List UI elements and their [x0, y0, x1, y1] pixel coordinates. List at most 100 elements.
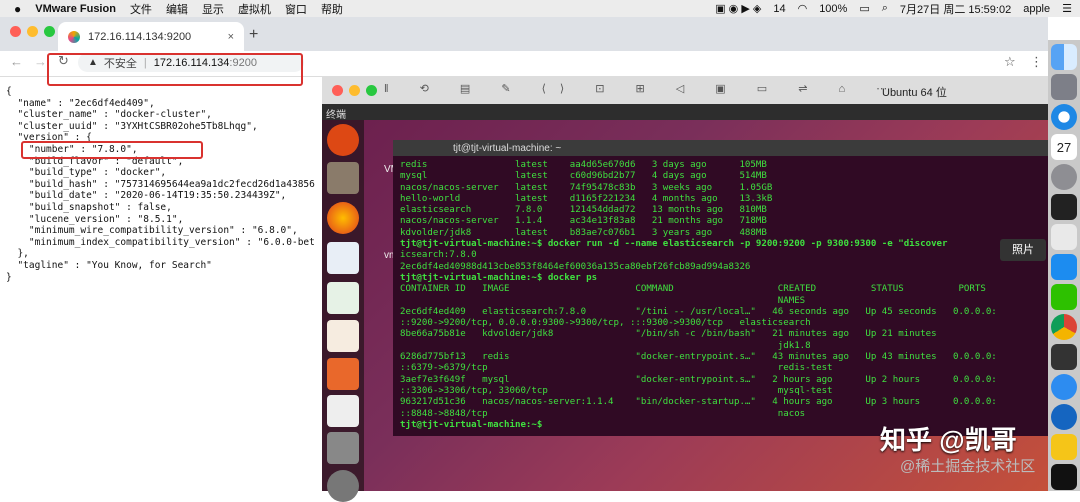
updater-icon[interactable] [327, 470, 359, 502]
forward-icon[interactable]: → [34, 54, 47, 69]
terminal-line: elasticsearch 7.8.0 121454ddad72 13 mont… [400, 205, 767, 216]
vmware-icon[interactable] [1051, 224, 1077, 250]
window-controls [10, 26, 55, 37]
system-preferences-icon[interactable] [1051, 164, 1077, 190]
terminal-line: ::6379->6379/tcp redis-test [400, 363, 833, 374]
terminal-output[interactable]: redis latest aa4d65e670d6 3 days ago 105… [400, 160, 997, 431]
terminal-line: ::9200->9200/tcp, 0.0.0.0:9300->9300/tcp… [400, 318, 811, 329]
app-menu[interactable]: VMware Fusion [35, 3, 116, 15]
k-app-icon[interactable] [1051, 374, 1077, 400]
mac-menu-bar: ● VMware Fusion 文件 编辑 显示 虚拟机 窗口 帮助 ▣ ◉ ▶… [0, 0, 1080, 17]
menu-view[interactable]: 显示 [202, 1, 224, 17]
address-highlight [47, 53, 303, 86]
search-icon[interactable]: ⌕ [882, 2, 888, 15]
terminal-window[interactable]: tjt@tjt-virtual-machine: ~ redis latest … [393, 140, 1048, 436]
control-center-icon[interactable]: ☰ [1062, 2, 1072, 15]
json-line: "minimum_wire_compatibility_version" : "… [6, 225, 298, 237]
watermark-sub: @稀土掘金技术社区 [900, 458, 1036, 475]
vm-minimize-button[interactable] [349, 85, 360, 96]
code-editor-icon[interactable] [1051, 344, 1077, 370]
menu-window[interactable]: 窗口 [285, 1, 307, 17]
apple-menu-icon[interactable]: ● [14, 2, 21, 16]
menu-file[interactable]: 文件 [130, 1, 152, 17]
vm-zoom-button[interactable] [366, 85, 377, 96]
software-center-icon[interactable] [327, 358, 359, 390]
json-line: "build_date" : "2020-06-14T19:35:50.2344… [6, 190, 287, 202]
vm-title: Ubuntu 64 位 [882, 87, 947, 99]
json-response: { "name" : "2ec6df4ed409", "cluster_name… [6, 86, 326, 283]
amazon-icon[interactable] [327, 395, 359, 427]
chrome-icon[interactable] [1051, 314, 1077, 340]
terminal-line: 963217d51c36 nacos/nacos-server:1.1.4 "b… [400, 397, 997, 408]
terminal-line: icsearch:7.8.0 [400, 250, 477, 261]
mac-dock: 27 [1048, 40, 1080, 491]
json-line: "tagline" : "You Know, for Search" [6, 259, 212, 271]
close-window-button[interactable] [10, 26, 21, 37]
wechat-icon[interactable] [1051, 284, 1077, 310]
terminal-line: kdvolder/jdk8 latest b83ae7c076b1 3 year… [400, 227, 767, 238]
status-icons[interactable]: ▣ ◉ ▶ ◈ [715, 2, 761, 15]
json-line: "name" : "2ec6df4ed409", [6, 97, 155, 109]
terminal-line: mysql latest c60d96bd2b77 4 days ago 514… [400, 171, 767, 182]
safari-icon[interactable] [1051, 104, 1077, 130]
tab-close-icon[interactable]: × [228, 31, 234, 43]
terminal-dock-icon[interactable] [1051, 194, 1077, 220]
writer-icon[interactable] [327, 242, 359, 274]
photo-tooltip: 照片 [1000, 239, 1046, 261]
menu-edit[interactable]: 编辑 [166, 1, 188, 17]
bookmark-star-icon[interactable]: ☆ [1004, 54, 1016, 70]
json-line: "build_hash" : "757314695644ea9a1dc2fecd… [6, 178, 315, 190]
watermark-main: 知乎 @凯哥 [880, 425, 1017, 455]
zoom-window-button[interactable] [44, 26, 55, 37]
browser-tab[interactable]: 172.16.114.134:9200 × [58, 22, 244, 51]
app-store-icon[interactable] [1051, 254, 1077, 280]
user-menu[interactable]: apple [1023, 3, 1050, 15]
ubuntu-app-label: 终端 [326, 110, 346, 121]
ubuntu-logo-icon[interactable] [327, 124, 359, 156]
launchpad-icon[interactable] [1051, 74, 1077, 100]
wifi-icon[interactable]: ◠ [798, 2, 808, 15]
calendar-icon[interactable]: 27 [1051, 134, 1077, 160]
terminal-line: 6286d775bf13 redis "docker-entrypoint.s…… [400, 352, 997, 363]
terminal-line: 8be66a75b81e kdvolder/jdk8 "/bin/sh -c /… [400, 329, 937, 340]
terminal-line: 2ec6df4ed409 elasticsearch:7.8.0 "/tini … [400, 306, 997, 317]
back-icon[interactable]: ← [10, 54, 23, 69]
terminal-line: 3aef7e3f649f mysql "docker-entrypoint.s…… [400, 374, 997, 385]
terminal-titlebar: tjt@tjt-virtual-machine: ~ [393, 140, 1048, 156]
clock[interactable]: 7月27日 周二 15:59:02 [900, 1, 1011, 17]
menu-help[interactable]: 帮助 [321, 1, 343, 17]
json-line: }, [6, 248, 29, 260]
json-line: "minimum_index_compatibility_version" : … [6, 236, 315, 248]
ij-app-icon[interactable] [1051, 464, 1077, 490]
json-line: "cluster_uuid" : "3YXHtCSBR02ohe5Tb8Lhqg… [6, 120, 258, 132]
vm-close-button[interactable] [332, 85, 343, 96]
menu-vm[interactable]: 虚拟机 [238, 1, 271, 17]
json-line: "cluster_name" : "docker-cluster", [6, 109, 212, 121]
json-line: { [6, 86, 12, 97]
new-tab-button[interactable]: + [249, 26, 258, 44]
vm-toolbar-icons[interactable]: ‖ ⟲ ▤ ✎ ⟨⟩ ⊡ ⊞ ◁ ▣ ▭ ⇌ ⌂ ⋯ [384, 82, 901, 95]
notification-count: 14 [773, 2, 786, 15]
battery-icon[interactable]: ▭ [859, 2, 869, 15]
minimize-window-button[interactable] [27, 26, 38, 37]
finder-icon[interactable] [1051, 44, 1077, 70]
calc-icon[interactable] [327, 282, 359, 314]
k-app2-icon[interactable] [1051, 404, 1077, 430]
json-line: "build_snapshot" : false, [6, 201, 172, 213]
terminal-title: tjt@tjt-virtual-machine: ~ [453, 142, 562, 154]
settings-icon[interactable] [327, 432, 359, 464]
terminal-line: redis latest aa4d65e670d6 3 days ago 105… [400, 160, 767, 170]
files-icon[interactable] [327, 162, 359, 194]
json-line: } [6, 271, 12, 283]
terminal-line: CONTAINER ID IMAGE COMMAND CREATED STATU… [400, 284, 986, 295]
more-menu-icon[interactable]: ⋮ [1030, 54, 1043, 70]
json-line: "lucene_version" : "8.5.1", [6, 213, 184, 225]
battery-percent: 100% [819, 2, 848, 15]
tab-title: 172.16.114.134:9200 [88, 30, 192, 43]
note-app-icon[interactable] [1051, 434, 1077, 460]
impress-icon[interactable] [327, 320, 359, 352]
ubuntu-top-bar: 终端 [322, 104, 1048, 121]
status-area: ▣ ◉ ▶ ◈ 14 ◠ 100% ▭ ⌕ 7月27日 周二 15:59:02 … [715, 0, 1072, 17]
vm-window-titlebar: ‖ ⟲ ▤ ✎ ⟨⟩ ⊡ ⊞ ◁ ▣ ▭ ⇌ ⌂ ⋯ Ubuntu 64 位 [322, 76, 1048, 105]
firefox-icon[interactable] [327, 202, 359, 234]
